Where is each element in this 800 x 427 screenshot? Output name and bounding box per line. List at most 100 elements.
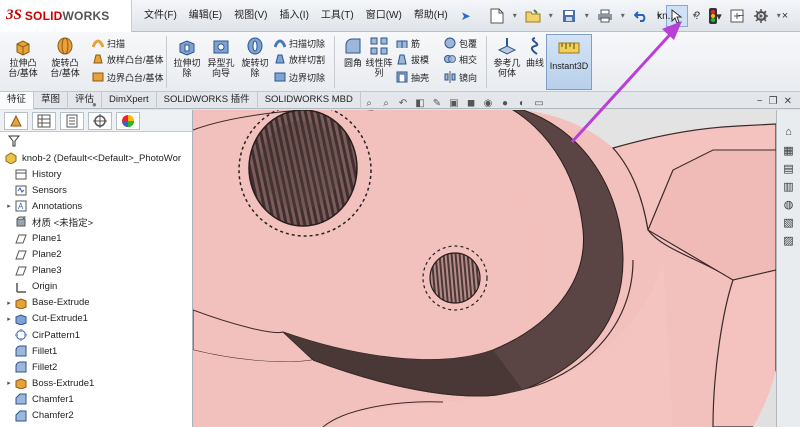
- edit-appearance-icon[interactable]: ●: [498, 96, 512, 110]
- open-icon[interactable]: [522, 5, 544, 27]
- menu-edit[interactable]: 编辑(E): [183, 5, 228, 27]
- mirror-button[interactable]: 镜向: [444, 70, 477, 84]
- viewport-minimize-icon[interactable]: −: [757, 96, 763, 107]
- display-manager-tab-icon[interactable]: [116, 111, 140, 130]
- feature-manager-tab-icon[interactable]: [4, 111, 28, 130]
- pin-icon[interactable]: ➤: [458, 9, 474, 23]
- previous-view-icon[interactable]: ↶: [396, 96, 410, 110]
- menu-window[interactable]: 窗口(W): [360, 5, 408, 27]
- extrude-cut-button[interactable]: 拉伸切除: [170, 36, 204, 78]
- maximize-button[interactable]: □: [754, 7, 772, 25]
- menu-file[interactable]: 文件(F): [138, 5, 183, 27]
- viewport-close-icon[interactable]: ✕: [784, 96, 792, 107]
- tab-mbd[interactable]: SOLIDWORKS MBD: [258, 92, 361, 109]
- dynamic-annotation-icon[interactable]: ✎: [430, 96, 444, 110]
- tree-item[interactable]: Sensors: [4, 182, 192, 198]
- tree-item[interactable]: Plane2: [4, 247, 192, 263]
- intersect-button[interactable]: 相交: [444, 52, 477, 66]
- loft-boss-button[interactable]: 放样凸台/基体: [92, 52, 164, 66]
- draft-button[interactable]: 拔模: [396, 52, 429, 66]
- expand-arrow-icon[interactable]: ▸: [4, 299, 14, 307]
- section-view-icon[interactable]: ◧: [413, 96, 427, 110]
- hole-wizard-button[interactable]: 异型孔向导: [204, 36, 238, 78]
- tree-item[interactable]: Origin: [4, 279, 192, 295]
- knob-3d-model[interactable]: [193, 110, 776, 427]
- configuration-manager-tab-icon[interactable]: [60, 111, 84, 130]
- tree-item[interactable]: Plane1: [4, 230, 192, 246]
- boundary-cut-button[interactable]: 边界切除: [274, 70, 325, 84]
- tree-item-label: CirPattern1: [32, 329, 81, 341]
- save-icon[interactable]: [558, 5, 580, 27]
- solidworks-resources-icon[interactable]: ⌂: [780, 124, 798, 140]
- menu-view[interactable]: 视图(V): [228, 5, 273, 27]
- help-dropdown-icon[interactable]: ▾: [710, 7, 728, 25]
- custom-properties-icon[interactable]: ▧: [780, 214, 798, 230]
- zoom-fit-icon[interactable]: ⌕: [362, 96, 376, 110]
- menu-help[interactable]: 帮助(H): [408, 5, 454, 27]
- appearances-icon[interactable]: ◍: [780, 196, 798, 212]
- menu-tools[interactable]: 工具(T): [315, 5, 360, 27]
- expand-arrow-icon[interactable]: ▸: [4, 315, 14, 323]
- save-dropdown-icon[interactable]: ▾: [582, 5, 592, 27]
- new-icon[interactable]: [486, 5, 508, 27]
- revolve-boss-button[interactable]: 旋转凸台/基体: [48, 36, 82, 78]
- display-style-icon[interactable]: ◼: [464, 96, 478, 110]
- view-settings-icon[interactable]: ▭: [532, 96, 546, 110]
- minimize-button[interactable]: −: [732, 7, 750, 25]
- tab-sketch[interactable]: 草图: [34, 92, 69, 109]
- view-palette-icon[interactable]: ▥: [780, 178, 798, 194]
- menu-insert[interactable]: 插入(I): [273, 5, 314, 27]
- ribbon-separator: [334, 36, 335, 88]
- lofted-cut-button[interactable]: 放样切割: [274, 52, 325, 66]
- help-icon[interactable]: ?: [688, 7, 706, 25]
- tab-dimxpert[interactable]: DimXpert: [102, 92, 157, 109]
- print-dropdown-icon[interactable]: ▾: [618, 5, 628, 27]
- expand-arrow-icon[interactable]: ▸: [4, 379, 14, 387]
- print-icon[interactable]: [594, 5, 616, 27]
- tree-item[interactable]: Fillet1: [4, 343, 192, 359]
- tree-root-part[interactable]: knob-2 (Default<<Default>_PhotoWor: [4, 150, 192, 166]
- swept-cut-button[interactable]: 扫描切除: [274, 36, 325, 50]
- open-dropdown-icon[interactable]: ▾: [546, 5, 556, 27]
- tree-item[interactable]: ▸ Cut-Extrude1: [4, 311, 192, 327]
- property-manager-tab-icon[interactable]: [32, 111, 56, 130]
- filter-icon[interactable]: [0, 132, 192, 150]
- rib-button[interactable]: 筋: [396, 36, 420, 50]
- tab-features[interactable]: 特征: [0, 92, 35, 109]
- instant3d-button[interactable]: Instant3D: [546, 34, 592, 90]
- tree-item[interactable]: ▸ A Annotations: [4, 198, 192, 214]
- design-library-icon[interactable]: ▦: [780, 142, 798, 158]
- close-button[interactable]: ×: [776, 7, 794, 25]
- tree-item[interactable]: Plane3: [4, 263, 192, 279]
- view-orientation-icon[interactable]: ▣: [447, 96, 461, 110]
- revolve-cut-button[interactable]: 旋转切除: [238, 36, 272, 78]
- viewport-restore-icon[interactable]: ❐: [769, 96, 778, 107]
- linear-pattern-button[interactable]: 线性阵列: [362, 36, 396, 78]
- tree-item[interactable]: ▸ Base-Extrude: [4, 295, 192, 311]
- sweep-button[interactable]: 扫描: [92, 36, 125, 50]
- dimxpert-manager-tab-icon[interactable]: [88, 111, 112, 130]
- panel-grip-icon[interactable]: ●: [92, 100, 97, 109]
- tree-item[interactable]: History: [4, 166, 192, 182]
- tree-item[interactable]: Fillet2: [4, 359, 192, 375]
- apply-scene-icon[interactable]: ◐: [515, 96, 529, 110]
- tree-item[interactable]: Chamfer2: [4, 408, 192, 424]
- extrude-boss-button[interactable]: 拉伸凸台/基体: [6, 36, 40, 78]
- boundary-boss-button[interactable]: 边界凸台/基体: [92, 70, 164, 84]
- file-explorer-icon[interactable]: ▤: [780, 160, 798, 176]
- shell-button[interactable]: 抽壳: [396, 70, 429, 84]
- forum-icon[interactable]: ▨: [780, 232, 798, 248]
- tree-item[interactable]: ▸ Boss-Extrude1: [4, 375, 192, 391]
- graphics-viewport[interactable]: [193, 110, 776, 427]
- tree-item[interactable]: Chamfer1: [4, 391, 192, 407]
- new-dropdown-icon[interactable]: ▾: [510, 5, 520, 27]
- tree-item[interactable]: CirPattern1: [4, 327, 192, 343]
- zoom-area-icon[interactable]: ⌕: [379, 96, 393, 110]
- solidworks-logo[interactable]: 3S SOLIDWORKS: [0, 0, 132, 32]
- tree-item[interactable]: 材质 <未指定>: [4, 214, 192, 230]
- wrap-button[interactable]: 包覆: [444, 36, 477, 50]
- expand-arrow-icon[interactable]: ▸: [4, 202, 14, 210]
- tab-addins[interactable]: SOLIDWORKS 插件: [157, 92, 258, 109]
- hide-show-items-icon[interactable]: ◉: [481, 96, 495, 110]
- undo-icon[interactable]: [630, 5, 652, 27]
